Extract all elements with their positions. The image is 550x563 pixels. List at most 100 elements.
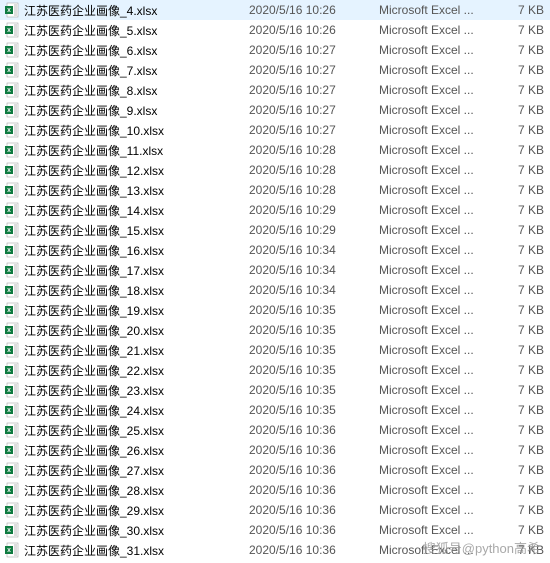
excel-file-icon (4, 102, 20, 118)
file-name: 江苏医药企业画像_10.xlsx (24, 122, 249, 139)
file-name: 江苏医药企业画像_13.xlsx (24, 182, 249, 199)
file-row[interactable]: 江苏医药企业画像_6.xlsx2020/5/16 10:27Microsoft … (0, 40, 550, 60)
file-row[interactable]: 江苏医药企业画像_4.xlsx2020/5/16 10:26Microsoft … (0, 0, 550, 20)
file-type: Microsoft Excel ... (379, 83, 499, 97)
file-row[interactable]: 江苏医药企业画像_7.xlsx2020/5/16 10:27Microsoft … (0, 60, 550, 80)
excel-file-icon (4, 162, 20, 178)
excel-file-icon (4, 402, 20, 418)
file-row[interactable]: 江苏医药企业画像_17.xlsx2020/5/16 10:34Microsoft… (0, 260, 550, 280)
file-row[interactable]: 江苏医药企业画像_24.xlsx2020/5/16 10:35Microsoft… (0, 400, 550, 420)
excel-file-icon (4, 82, 20, 98)
file-row[interactable]: 江苏医药企业画像_27.xlsx2020/5/16 10:36Microsoft… (0, 460, 550, 480)
file-row[interactable]: 江苏医药企业画像_31.xlsx2020/5/16 10:36Microsoft… (0, 540, 550, 560)
file-date: 2020/5/16 10:26 (249, 3, 379, 17)
file-type: Microsoft Excel ... (379, 143, 499, 157)
excel-file-icon (4, 482, 20, 498)
file-size: 7 KB (499, 303, 544, 317)
excel-file-icon (4, 462, 20, 478)
file-row[interactable]: 江苏医药企业画像_9.xlsx2020/5/16 10:27Microsoft … (0, 100, 550, 120)
excel-file-icon (4, 122, 20, 138)
file-name: 江苏医药企业画像_25.xlsx (24, 422, 249, 439)
file-type: Microsoft Excel ... (379, 303, 499, 317)
excel-file-icon (4, 282, 20, 298)
excel-file-icon (4, 522, 20, 538)
file-row[interactable]: 江苏医药企业画像_29.xlsx2020/5/16 10:36Microsoft… (0, 500, 550, 520)
file-size: 7 KB (499, 363, 544, 377)
file-date: 2020/5/16 10:35 (249, 403, 379, 417)
file-row[interactable]: 江苏医药企业画像_15.xlsx2020/5/16 10:29Microsoft… (0, 220, 550, 240)
file-row[interactable]: 江苏医药企业画像_30.xlsx2020/5/16 10:36Microsoft… (0, 520, 550, 540)
file-size: 7 KB (499, 83, 544, 97)
excel-file-icon (4, 242, 20, 258)
file-row[interactable]: 江苏医药企业画像_22.xlsx2020/5/16 10:35Microsoft… (0, 360, 550, 380)
file-date: 2020/5/16 10:27 (249, 123, 379, 137)
file-name: 江苏医药企业画像_28.xlsx (24, 482, 249, 499)
file-name: 江苏医药企业画像_21.xlsx (24, 342, 249, 359)
excel-file-icon (4, 142, 20, 158)
file-row[interactable]: 江苏医药企业画像_16.xlsx2020/5/16 10:34Microsoft… (0, 240, 550, 260)
file-name: 江苏医药企业画像_29.xlsx (24, 502, 249, 519)
file-list: 江苏医药企业画像_4.xlsx2020/5/16 10:26Microsoft … (0, 0, 550, 560)
file-row[interactable]: 江苏医药企业画像_10.xlsx2020/5/16 10:27Microsoft… (0, 120, 550, 140)
file-name: 江苏医药企业画像_15.xlsx (24, 222, 249, 239)
file-size: 7 KB (499, 103, 544, 117)
file-date: 2020/5/16 10:35 (249, 343, 379, 357)
file-date: 2020/5/16 10:35 (249, 323, 379, 337)
file-size: 7 KB (499, 223, 544, 237)
file-size: 7 KB (499, 263, 544, 277)
file-row[interactable]: 江苏医药企业画像_19.xlsx2020/5/16 10:35Microsoft… (0, 300, 550, 320)
excel-file-icon (4, 202, 20, 218)
excel-file-icon (4, 62, 20, 78)
excel-file-icon (4, 262, 20, 278)
file-size: 7 KB (499, 163, 544, 177)
file-size: 7 KB (499, 343, 544, 357)
excel-file-icon (4, 322, 20, 338)
file-name: 江苏医药企业画像_7.xlsx (24, 62, 249, 79)
file-size: 7 KB (499, 503, 544, 517)
file-row[interactable]: 江苏医药企业画像_28.xlsx2020/5/16 10:36Microsoft… (0, 480, 550, 500)
file-date: 2020/5/16 10:36 (249, 463, 379, 477)
file-row[interactable]: 江苏医药企业画像_25.xlsx2020/5/16 10:36Microsoft… (0, 420, 550, 440)
file-row[interactable]: 江苏医药企业画像_26.xlsx2020/5/16 10:36Microsoft… (0, 440, 550, 460)
file-type: Microsoft Excel ... (379, 463, 499, 477)
file-row[interactable]: 江苏医药企业画像_13.xlsx2020/5/16 10:28Microsoft… (0, 180, 550, 200)
file-date: 2020/5/16 10:34 (249, 283, 379, 297)
excel-file-icon (4, 542, 20, 558)
file-size: 7 KB (499, 383, 544, 397)
file-name: 江苏医药企业画像_11.xlsx (24, 142, 249, 159)
excel-file-icon (4, 302, 20, 318)
file-row[interactable]: 江苏医药企业画像_20.xlsx2020/5/16 10:35Microsoft… (0, 320, 550, 340)
file-name: 江苏医药企业画像_22.xlsx (24, 362, 249, 379)
file-row[interactable]: 江苏医药企业画像_12.xlsx2020/5/16 10:28Microsoft… (0, 160, 550, 180)
excel-file-icon (4, 362, 20, 378)
file-row[interactable]: 江苏医药企业画像_18.xlsx2020/5/16 10:34Microsoft… (0, 280, 550, 300)
file-row[interactable]: 江苏医药企业画像_8.xlsx2020/5/16 10:27Microsoft … (0, 80, 550, 100)
file-date: 2020/5/16 10:26 (249, 23, 379, 37)
file-date: 2020/5/16 10:36 (249, 423, 379, 437)
file-date: 2020/5/16 10:28 (249, 143, 379, 157)
excel-file-icon (4, 182, 20, 198)
file-row[interactable]: 江苏医药企业画像_23.xlsx2020/5/16 10:35Microsoft… (0, 380, 550, 400)
file-name: 江苏医药企业画像_18.xlsx (24, 282, 249, 299)
file-type: Microsoft Excel ... (379, 483, 499, 497)
file-name: 江苏医药企业画像_17.xlsx (24, 262, 249, 279)
file-size: 7 KB (499, 203, 544, 217)
file-date: 2020/5/16 10:35 (249, 303, 379, 317)
file-size: 7 KB (499, 143, 544, 157)
file-size: 7 KB (499, 183, 544, 197)
file-date: 2020/5/16 10:29 (249, 223, 379, 237)
file-type: Microsoft Excel ... (379, 123, 499, 137)
file-row[interactable]: 江苏医药企业画像_21.xlsx2020/5/16 10:35Microsoft… (0, 340, 550, 360)
file-size: 7 KB (499, 23, 544, 37)
excel-file-icon (4, 502, 20, 518)
file-date: 2020/5/16 10:28 (249, 163, 379, 177)
file-row[interactable]: 江苏医药企业画像_5.xlsx2020/5/16 10:26Microsoft … (0, 20, 550, 40)
file-date: 2020/5/16 10:28 (249, 183, 379, 197)
file-row[interactable]: 江苏医药企业画像_11.xlsx2020/5/16 10:28Microsoft… (0, 140, 550, 160)
file-size: 7 KB (499, 483, 544, 497)
file-name: 江苏医药企业画像_12.xlsx (24, 162, 249, 179)
file-date: 2020/5/16 10:34 (249, 243, 379, 257)
file-date: 2020/5/16 10:27 (249, 83, 379, 97)
file-row[interactable]: 江苏医药企业画像_14.xlsx2020/5/16 10:29Microsoft… (0, 200, 550, 220)
file-type: Microsoft Excel ... (379, 183, 499, 197)
